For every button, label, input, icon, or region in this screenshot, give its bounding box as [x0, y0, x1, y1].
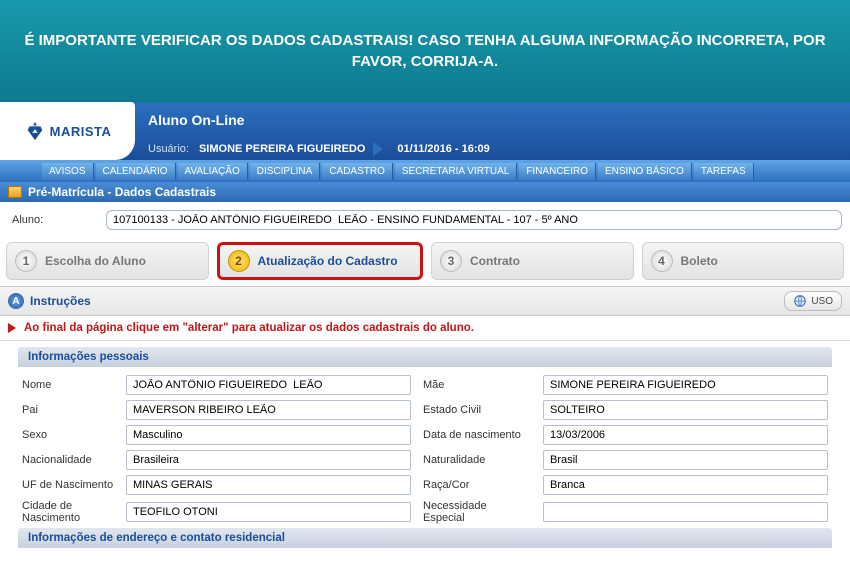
panel-address-title: Informações de endereço e contato reside… [18, 528, 832, 548]
step-label: Boleto [681, 254, 718, 268]
input-cidade-nasc[interactable] [126, 502, 411, 522]
menu-cadastro[interactable]: CADASTRO [322, 163, 393, 180]
label-nacionalidade: Nacionalidade [22, 454, 114, 466]
panel-personal-title: Informações pessoais [18, 347, 832, 367]
instructions-bar: A Instruções USO [0, 286, 850, 316]
aluno-label: Aluno: [12, 214, 98, 226]
menu-calendario[interactable]: CALENDÁRIO [96, 163, 176, 180]
instructions-label: Instruções [30, 294, 91, 308]
input-necessidade[interactable] [543, 502, 828, 522]
label-necessidade: Necessidade Especial [423, 500, 531, 524]
step-number: 4 [651, 250, 673, 272]
input-uf-nasc[interactable] [126, 475, 411, 495]
step-atualizacao-cadastro[interactable]: 2 Atualização do Cadastro [217, 242, 424, 280]
instructions-badge-icon: A [8, 293, 24, 309]
input-nacionalidade[interactable] [126, 450, 411, 470]
menu-financeiro[interactable]: FINANCEIRO [519, 163, 596, 180]
chevron-right-icon [373, 142, 383, 156]
section-icon [8, 186, 22, 198]
menu-avisos[interactable]: AVISOS [42, 163, 94, 180]
label-pai: Pai [22, 404, 114, 416]
step-label: Contrato [470, 254, 520, 268]
input-mae[interactable] [543, 375, 828, 395]
alert-arrow-icon [8, 323, 16, 333]
header-bar: MARISTA Aluno On-Line Usuário: SIMONE PE… [0, 102, 850, 160]
user-label: Usuário: [148, 143, 189, 155]
brand-name: MARISTA [50, 124, 112, 139]
step-label: Escolha do Aluno [45, 254, 146, 268]
uso-button[interactable]: USO [784, 291, 842, 311]
label-cidade-nasc: Cidade de Nascimento [22, 500, 114, 524]
main-menu: AVISOS CALENDÁRIO AVALIAÇÃO DISCIPLINA C… [0, 160, 850, 182]
label-sexo: Sexo [22, 429, 114, 441]
banner-text: É IMPORTANTE VERIFICAR OS DADOS CADASTRA… [24, 32, 825, 70]
input-sexo[interactable] [126, 425, 411, 445]
wizard-steps: 1 Escolha do Aluno 2 Atualização do Cada… [0, 238, 850, 286]
label-naturalidade: Naturalidade [423, 454, 531, 466]
aluno-input[interactable] [106, 210, 842, 230]
input-nome[interactable] [126, 375, 411, 395]
menu-ensino-basico[interactable]: ENSINO BÁSICO [598, 163, 692, 180]
menu-avaliacao[interactable]: AVALIAÇÃO [178, 163, 248, 180]
section-bar: Pré-Matrícula - Dados Cadastrais [0, 182, 850, 202]
globe-icon [793, 294, 807, 308]
menu-tarefas[interactable]: TAREFAS [694, 163, 754, 180]
app-title: Aluno On-Line [148, 112, 244, 128]
alert-row: Ao final da página clique em "alterar" p… [0, 316, 850, 341]
step-number: 3 [440, 250, 462, 272]
datetime: 01/11/2016 - 16:09 [397, 143, 489, 155]
step-contrato[interactable]: 3 Contrato [431, 242, 634, 280]
menu-secretaria[interactable]: SECRETARIA VIRTUAL [395, 163, 517, 180]
step-label: Atualização do Cadastro [258, 254, 398, 268]
input-estado-civil[interactable] [543, 400, 828, 420]
menu-disciplina[interactable]: DISCIPLINA [250, 163, 321, 180]
brand-logo: MARISTA [0, 102, 135, 160]
uso-label: USO [811, 296, 833, 307]
marista-emblem-icon [24, 120, 46, 142]
input-naturalidade[interactable] [543, 450, 828, 470]
step-number: 2 [228, 250, 250, 272]
user-line: Usuário: SIMONE PEREIRA FIGUEIREDO 01/11… [148, 142, 490, 156]
input-pai[interactable] [126, 400, 411, 420]
alert-text: Ao final da página clique em "alterar" p… [24, 322, 474, 334]
user-name: SIMONE PEREIRA FIGUEIREDO [199, 143, 365, 155]
panel-personal: Informações pessoais Nome Mãe Pai Estado… [18, 347, 832, 548]
label-raca: Raça/Cor [423, 479, 531, 491]
label-nome: Nome [22, 379, 114, 391]
step-boleto[interactable]: 4 Boleto [642, 242, 845, 280]
personal-form: Nome Mãe Pai Estado Civil Sexo Data de n… [18, 367, 832, 524]
step-number: 1 [15, 250, 37, 272]
section-title: Pré-Matrícula - Dados Cadastrais [28, 185, 216, 199]
step-escolha-aluno[interactable]: 1 Escolha do Aluno [6, 242, 209, 280]
input-raca[interactable] [543, 475, 828, 495]
top-banner: É IMPORTANTE VERIFICAR OS DADOS CADASTRA… [0, 0, 850, 102]
label-uf-nasc: UF de Nascimento [22, 479, 114, 491]
label-estado-civil: Estado Civil [423, 404, 531, 416]
input-data-nasc[interactable] [543, 425, 828, 445]
aluno-row: Aluno: [0, 202, 850, 238]
label-mae: Mãe [423, 379, 531, 391]
label-data-nasc: Data de nascimento [423, 429, 531, 441]
